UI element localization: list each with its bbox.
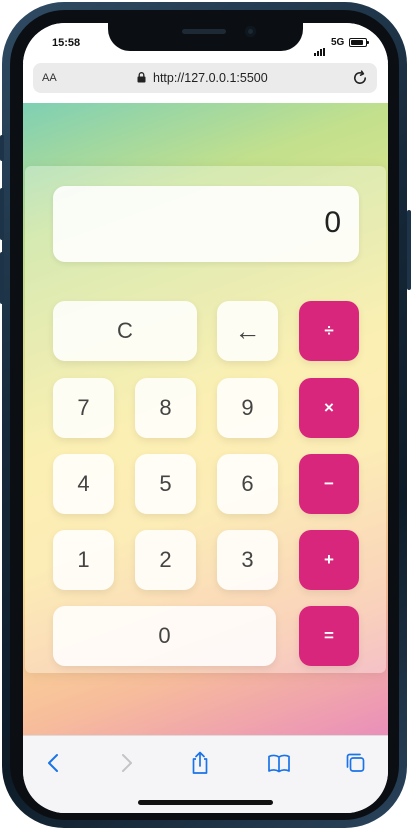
volume-down-button [0,252,4,304]
web-content: 0 C ← ÷ 7 8 9 × 4 5 6 − 1 2 3 + 0 = [23,103,388,735]
nine-button[interactable]: 9 [217,378,278,438]
minus-button[interactable]: − [299,454,359,514]
volume-up-button [0,188,4,240]
back-icon[interactable] [41,750,67,776]
bookmarks-icon[interactable] [266,750,292,776]
status-bar: 15:58 5G [23,23,388,63]
tabs-icon[interactable] [343,750,369,776]
front-camera [245,26,256,37]
clear-button[interactable]: C [53,301,197,361]
plus-button[interactable]: + [299,530,359,590]
four-button[interactable]: 4 [53,454,114,514]
mute-switch [0,135,4,161]
backspace-button[interactable]: ← [217,301,278,361]
speaker [182,29,226,34]
screen: 15:58 5G AA http://127.0.0.1:5500 0 C ← … [23,23,388,813]
network-type: 5G [331,37,345,48]
zero-button[interactable]: 0 [53,606,276,666]
five-button[interactable]: 5 [135,454,196,514]
lock-icon [137,72,146,83]
two-button[interactable]: 2 [135,530,196,590]
share-icon[interactable] [187,750,213,776]
browser-toolbar [23,735,388,813]
divide-button[interactable]: ÷ [299,301,359,361]
power-button [407,210,411,290]
address-bar[interactable]: AA http://127.0.0.1:5500 [33,63,377,93]
seven-button[interactable]: 7 [53,378,114,438]
battery-icon [349,38,369,47]
home-indicator [138,800,273,805]
signal-icon [314,38,326,56]
equals-button[interactable]: = [299,606,359,666]
display-value: 0 [324,206,341,239]
status-time: 15:58 [52,37,81,49]
reload-icon[interactable] [351,69,369,87]
forward-icon[interactable] [113,750,139,776]
notch [108,23,303,51]
calculator-display: 0 [53,186,359,262]
url-text[interactable]: http://127.0.0.1:5500 [153,71,268,85]
eight-button[interactable]: 8 [135,378,196,438]
text-size-button[interactable]: AA [42,72,57,84]
six-button[interactable]: 6 [217,454,278,514]
one-button[interactable]: 1 [53,530,114,590]
three-button[interactable]: 3 [217,530,278,590]
multiply-button[interactable]: × [299,378,359,438]
